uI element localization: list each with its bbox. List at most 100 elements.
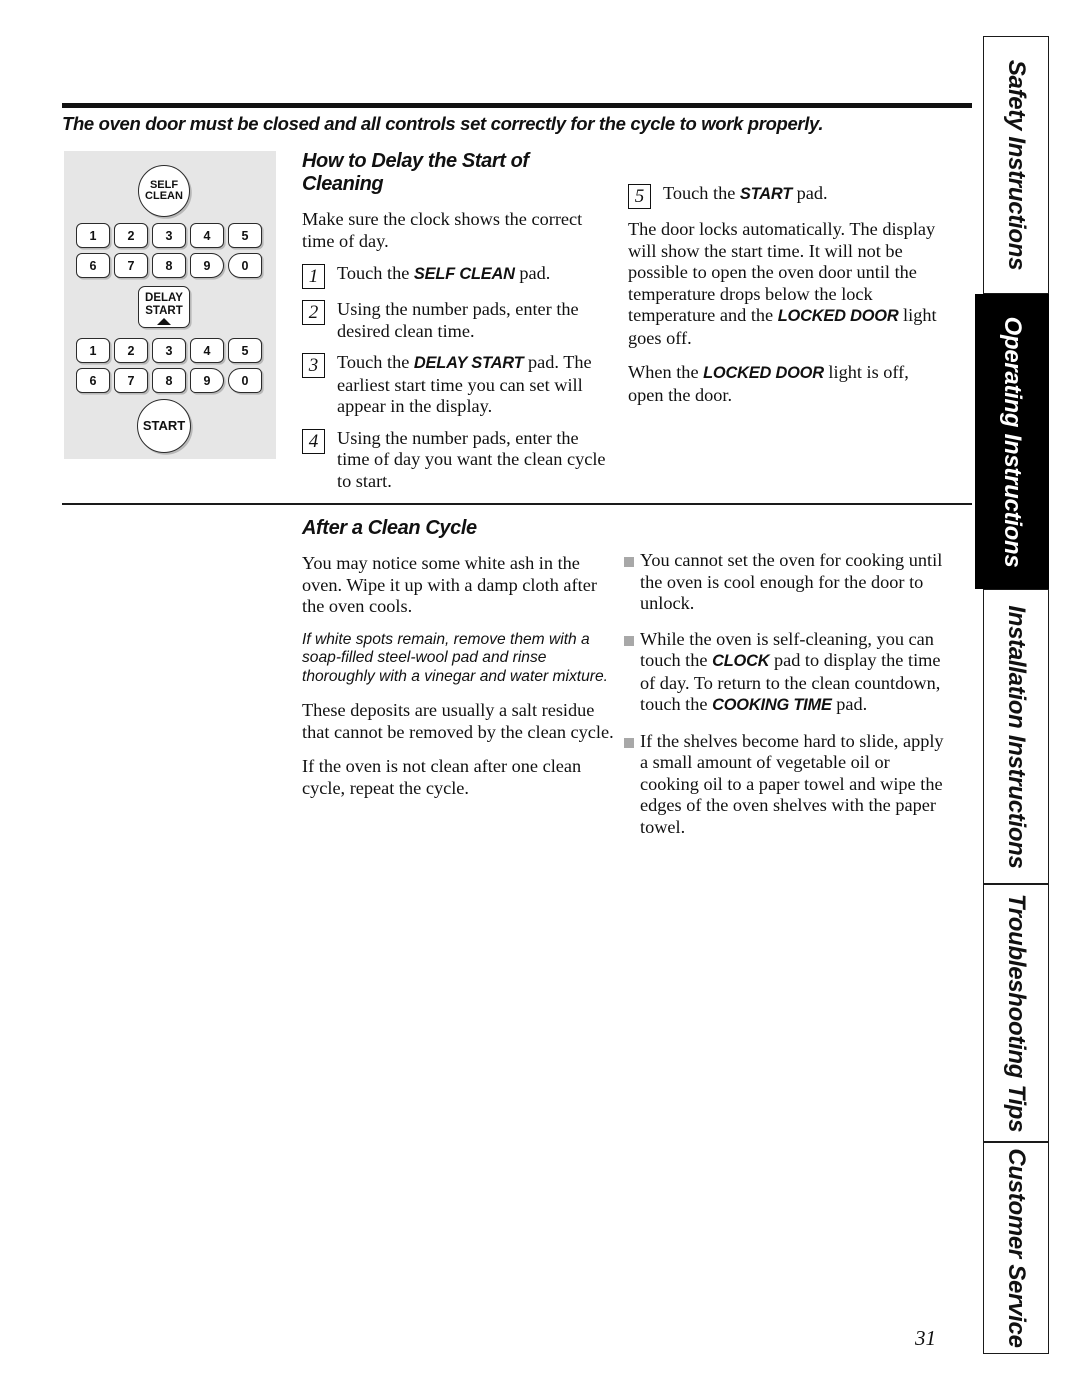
- step-text: Touch the START pad.: [663, 183, 828, 206]
- step-text-pre: Touch the: [337, 263, 414, 283]
- keypad2-key-8[interactable]: 8: [152, 368, 186, 393]
- square-bullet-icon: [624, 635, 634, 646]
- key-label: 6: [89, 373, 97, 388]
- start-label: START: [142, 418, 186, 434]
- delay-step-4: 4 Using the number pads, enter the time …: [302, 428, 614, 493]
- tab-installation-instructions[interactable]: Installation Instructions: [983, 589, 1049, 884]
- tab-label: Installation Instructions: [1003, 604, 1030, 869]
- key-label: 7: [127, 373, 135, 388]
- key-label: 4: [203, 343, 211, 358]
- door-open-paragraph: When the LOCKED DOOR light is off, open …: [628, 362, 948, 406]
- step-number: 2: [302, 300, 325, 325]
- bullet-text: If the shelves become hard to slide, app…: [640, 730, 944, 837]
- keypad2-key-3[interactable]: 3: [152, 338, 186, 363]
- section-tab-strip: Safety Instructions Operating Instructio…: [975, 36, 1049, 1354]
- key-label: 7: [127, 258, 135, 273]
- self-clean-pad[interactable]: SELF CLEAN: [138, 165, 190, 217]
- step-number: 3: [302, 353, 325, 378]
- after-clean-paragraph-3: If the oven is not clean after one clean…: [302, 756, 582, 798]
- delay-section-heading: How to Delay the Start of Cleaning: [302, 150, 529, 195]
- key-label: 0: [241, 258, 249, 273]
- keypad2-key-5[interactable]: 5: [228, 338, 262, 363]
- key-label: 4: [203, 228, 211, 243]
- keypad1-key-6[interactable]: 6: [76, 253, 110, 278]
- step-text-post: pad.: [792, 183, 828, 203]
- after-clean-paragraph-2: These deposits are usually a salt residu…: [302, 700, 614, 742]
- keypad1-key-7[interactable]: 7: [114, 253, 148, 278]
- delay-step-5: 5 Touch the START pad.: [628, 183, 948, 209]
- after-clean-note: If white spots remain, remove them with …: [302, 630, 608, 685]
- key-label: 6: [89, 258, 97, 273]
- after-clean-cycle-column: After a Clean Cycle You may notice some …: [302, 517, 620, 812]
- door-lock-paragraph: The door locks automatically. The displa…: [628, 219, 948, 349]
- step-text: Touch the SELF CLEAN pad.: [337, 263, 550, 286]
- keypad1-key-1[interactable]: 1: [76, 223, 110, 248]
- keypad2-key-6[interactable]: 6: [76, 368, 110, 393]
- tab-label: Troubleshooting Tips: [1003, 893, 1030, 1133]
- keypad2-key-4[interactable]: 4: [190, 338, 224, 363]
- step-text-pre: Touch the: [663, 183, 740, 203]
- keypad2-key-1[interactable]: 1: [76, 338, 110, 363]
- after-clean-bullet-2: While the oven is self-cleaning, you can…: [624, 629, 946, 717]
- after-clean-bullet-3: If the shelves become hard to slide, app…: [624, 731, 946, 839]
- delay-start-label-line2: START: [145, 304, 183, 317]
- delay-section-intro: Make sure the clock shows the correct ti…: [302, 209, 583, 251]
- delay-section-right-column: 5 Touch the START pad. The door locks au…: [628, 183, 948, 419]
- after-clean-bullet-1: You cannot set the oven for cooking unti…: [624, 550, 946, 615]
- keypad1-key-0[interactable]: 0: [228, 253, 262, 278]
- keypad1-key-8[interactable]: 8: [152, 253, 186, 278]
- square-bullet-icon: [624, 737, 634, 748]
- step-text-post: pad.: [514, 263, 551, 283]
- keypad2-key-0[interactable]: 0: [228, 368, 262, 393]
- delay-step-1: 1 Touch the SELF CLEAN pad.: [302, 263, 614, 289]
- delay-step-3: 3 Touch the DELAY START pad. The earlies…: [302, 352, 614, 418]
- section-divider-rule: [62, 503, 972, 505]
- step-text: Using the number pads, enter the time of…: [337, 427, 606, 491]
- page-number: 31: [915, 1326, 936, 1350]
- after-clean-cycle-heading: After a Clean Cycle: [302, 517, 477, 539]
- step-text: Touch the DELAY START pad. The earliest …: [337, 352, 614, 418]
- keypad1-key-9[interactable]: 9: [190, 253, 224, 278]
- tab-label: Customer Service: [1003, 1148, 1030, 1348]
- tab-operating-instructions[interactable]: Operating Instructions: [975, 294, 1049, 589]
- cooking-time-pad-name: COOKING TIME: [712, 696, 832, 714]
- keypad1-key-2[interactable]: 2: [114, 223, 148, 248]
- key-label: 3: [165, 343, 173, 358]
- step-pad-name: DELAY START: [413, 354, 524, 372]
- keypad2-key-9[interactable]: 9: [190, 368, 224, 393]
- step-text-pre: Touch the: [337, 352, 414, 372]
- control-panel-illustration: SELF CLEAN 1 2 3 4 5 6 7 8 9 0 DELAY STA…: [64, 151, 276, 459]
- key-label: 5: [241, 343, 249, 358]
- page-intro-text: The oven door must be closed and all con…: [62, 113, 824, 134]
- key-label: 1: [89, 343, 97, 358]
- tab-safety-instructions[interactable]: Safety Instructions: [983, 36, 1049, 294]
- keypad1-key-4[interactable]: 4: [190, 223, 224, 248]
- step-pad-name: SELF CLEAN: [413, 265, 515, 283]
- keypad2-key-7[interactable]: 7: [114, 368, 148, 393]
- keypad1-key-5[interactable]: 5: [228, 223, 262, 248]
- delay-start-up-arrow-icon: [157, 318, 171, 325]
- delay-start-pad[interactable]: DELAY START: [138, 286, 190, 328]
- key-label: 1: [89, 228, 97, 243]
- door-open-text-a: When the: [628, 362, 704, 382]
- tab-label: Operating Instructions: [999, 316, 1026, 567]
- keypad1-key-3[interactable]: 3: [152, 223, 186, 248]
- after-clean-paragraph-1: You may notice some white ash in the ove…: [302, 553, 597, 616]
- key-label: 8: [165, 258, 173, 273]
- after-clean-cycle-bullets-column: You cannot set the oven for cooking unti…: [624, 550, 946, 852]
- key-label: 3: [165, 228, 173, 243]
- key-label: 9: [203, 258, 211, 273]
- delay-start-label-line1: DELAY: [145, 292, 183, 304]
- locked-door-indicator-name-2: LOCKED DOOR: [703, 364, 824, 382]
- tab-troubleshooting-tips[interactable]: Troubleshooting Tips: [983, 884, 1049, 1142]
- key-label: 2: [127, 343, 135, 358]
- document-page: The oven door must be closed and all con…: [0, 0, 1080, 1397]
- key-label: 9: [203, 373, 211, 388]
- key-label: 2: [127, 228, 135, 243]
- bullet-text: While the oven is self-cleaning, you can…: [640, 629, 946, 717]
- tab-label: Safety Instructions: [1003, 59, 1030, 271]
- keypad2-key-2[interactable]: 2: [114, 338, 148, 363]
- start-pad[interactable]: START: [137, 399, 191, 453]
- step-number: 1: [302, 264, 325, 289]
- tab-customer-service[interactable]: Customer Service: [983, 1142, 1049, 1354]
